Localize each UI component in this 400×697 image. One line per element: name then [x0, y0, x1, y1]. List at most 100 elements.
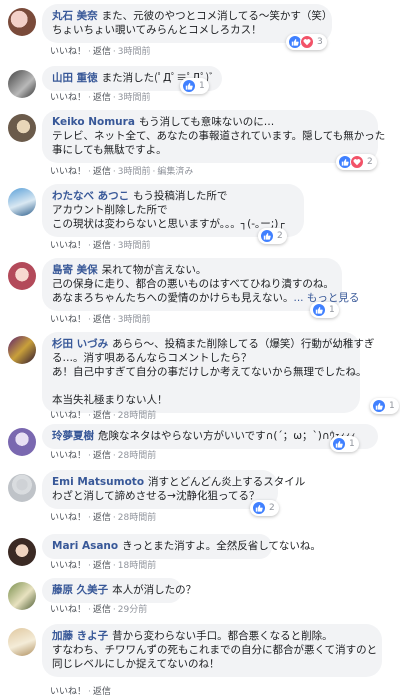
comment-text: る…。消す唄あるんならコメントしたら？ [52, 352, 252, 364]
reply-link[interactable]: 返信 [93, 605, 111, 615]
comment-text-line: 玲夢夏樹 危険なネタはやらない方がいいです∩(´；ω；`)∩ｳｪｨｨｨ [52, 429, 368, 443]
comment-actions: いいね！ · 返信 · 29分前 [50, 602, 147, 615]
separator-dot: · [112, 561, 116, 571]
like-icon [182, 79, 196, 93]
comment-author[interactable]: わたなべ あつこ [52, 190, 129, 202]
comment-text: 事にしても無駄ですよ。 [52, 144, 167, 156]
reaction-summary[interactable]: 1 [180, 78, 209, 94]
reaction-summary[interactable]: 2 [250, 500, 279, 516]
separator-dot: · [152, 167, 156, 177]
like-link[interactable]: いいね！ [50, 687, 86, 697]
comment-timestamp[interactable]: 3時間前 [118, 47, 151, 57]
comment-timestamp[interactable]: 3時間前 [118, 315, 151, 325]
separator-dot: · [88, 411, 91, 421]
comment-actions: いいね！ · 返信 · 28時間前 [50, 408, 156, 421]
separator-dot: · [112, 241, 116, 251]
comment-timestamp[interactable]: 3時間前 [118, 167, 151, 177]
reply-link[interactable]: 返信 [93, 513, 111, 523]
avatar[interactable] [8, 582, 36, 610]
comment-timestamp[interactable]: 3時間前 [118, 241, 151, 251]
avatar[interactable] [8, 8, 36, 36]
comment-text-line: わざと消して諦めさせる→沈静化狙ってる？ [52, 489, 268, 503]
reaction-count: 1 [199, 81, 205, 91]
reply-link[interactable]: 返信 [93, 451, 111, 461]
like-link[interactable]: いいね！ [50, 241, 86, 251]
comment-text-line: あなまろちゃんたちへの愛情のかけらも見えない。... もっと見る [52, 291, 359, 305]
comment-text-line: 本当失礼極まりない人！ [52, 393, 350, 407]
avatar[interactable] [8, 114, 36, 142]
avatar[interactable] [8, 70, 36, 98]
like-icon [372, 399, 386, 413]
reaction-summary[interactable]: 1 [370, 398, 399, 414]
avatar[interactable] [8, 474, 36, 502]
separator-dot: · [88, 315, 91, 325]
comment-timestamp[interactable]: 18時間前 [118, 561, 156, 571]
separator-dot: · [112, 93, 116, 103]
like-link[interactable]: いいね！ [50, 315, 86, 325]
avatar[interactable] [8, 538, 36, 566]
comment-text-line: Keiko Nomura もう消しても意味ないのに… [52, 115, 368, 129]
comment-text: 本人が消したの？ [112, 584, 197, 596]
avatar[interactable] [8, 428, 36, 456]
separator-dot: · [88, 451, 91, 461]
like-link[interactable]: いいね！ [50, 451, 86, 461]
like-link[interactable]: いいね！ [50, 93, 86, 103]
comment-author[interactable]: 玲夢夏樹 [52, 430, 94, 442]
comment-text-line: この現状は変わらないと思いますが。。。┐(-｡ー;)┌ [52, 217, 294, 231]
reaction-summary[interactable]: 3 [286, 34, 327, 50]
reply-link[interactable]: 返信 [93, 315, 111, 325]
comment-text: あらら〜、投稿また削除してる（爆笑）行動が幼稚すぎ [112, 338, 375, 350]
comment-timestamp[interactable]: 29分前 [118, 605, 147, 615]
reaction-count: 1 [329, 305, 335, 315]
comment-author[interactable]: 島寄 美保 [52, 264, 98, 276]
reply-link[interactable]: 返信 [93, 411, 111, 421]
separator-dot: · [88, 605, 91, 615]
avatar[interactable] [8, 262, 36, 290]
reaction-summary[interactable]: 2 [336, 154, 377, 170]
comment-author[interactable]: Keiko Nomura [52, 116, 135, 128]
comment-text: 昔から変わらない手口。都合悪くなると削除。 [112, 630, 333, 642]
separator-dot: · [112, 411, 116, 421]
like-link[interactable]: いいね！ [50, 561, 86, 571]
separator-dot: · [88, 687, 91, 697]
avatar[interactable] [8, 628, 36, 656]
comment-text: すなわち、チワワんずの死もこれまでの自分に都合が悪くて消すのと [52, 644, 378, 656]
like-link[interactable]: いいね！ [50, 167, 86, 177]
comment-text: あなまろちゃんたちへの愛情のかけらも見えない。 [52, 292, 294, 304]
reaction-count: 2 [269, 503, 275, 513]
comment-author[interactable]: 山田 重徳 [52, 72, 98, 84]
reply-link[interactable]: 返信 [93, 241, 111, 251]
edited-label[interactable]: 編集済み [157, 167, 193, 177]
like-link[interactable]: いいね！ [50, 513, 86, 523]
comment-author[interactable]: Emi Matsumoto [52, 476, 144, 488]
comment-author[interactable]: 丸石 美奈 [52, 10, 98, 22]
comment-text: 己の保身に走り、都合の悪いものはすべてひねり潰すのね。 [52, 278, 334, 290]
separator-dot: · [88, 561, 91, 571]
avatar[interactable] [8, 336, 36, 364]
comment-timestamp[interactable]: 28時間前 [118, 411, 156, 421]
reply-link[interactable]: 返信 [93, 687, 111, 697]
comment-author[interactable]: 杉田 いづみ [52, 338, 108, 350]
reply-link[interactable]: 返信 [93, 561, 111, 571]
comment-bubble: 藤原 久美子 本人が消したの？ [42, 578, 196, 603]
reply-link[interactable]: 返信 [93, 167, 111, 177]
reply-link[interactable]: 返信 [93, 93, 111, 103]
like-link[interactable]: いいね！ [50, 605, 86, 615]
comment-timestamp[interactable]: 28時間前 [118, 451, 156, 461]
separator-dot: · [112, 315, 116, 325]
reply-link[interactable]: 返信 [93, 47, 111, 57]
reaction-summary[interactable]: 2 [258, 228, 287, 244]
reaction-summary[interactable]: 1 [330, 436, 359, 452]
comment-timestamp[interactable]: 28時間前 [118, 513, 156, 523]
comment-timestamp[interactable]: 3時間前 [118, 93, 151, 103]
like-link[interactable]: いいね！ [50, 411, 86, 421]
comment-text-line: 事にしても無駄ですよ。 [52, 143, 368, 157]
comment-author[interactable]: 藤原 久美子 [52, 584, 108, 596]
reaction-count: 2 [277, 231, 283, 241]
comment-author[interactable]: Mari Asano [52, 540, 118, 552]
comment-author[interactable]: 加藤 きよ子 [52, 630, 108, 642]
reaction-summary[interactable]: 1 [310, 302, 339, 318]
like-link[interactable]: いいね！ [50, 47, 86, 57]
avatar[interactable] [8, 188, 36, 216]
separator-dot: · [88, 513, 91, 523]
